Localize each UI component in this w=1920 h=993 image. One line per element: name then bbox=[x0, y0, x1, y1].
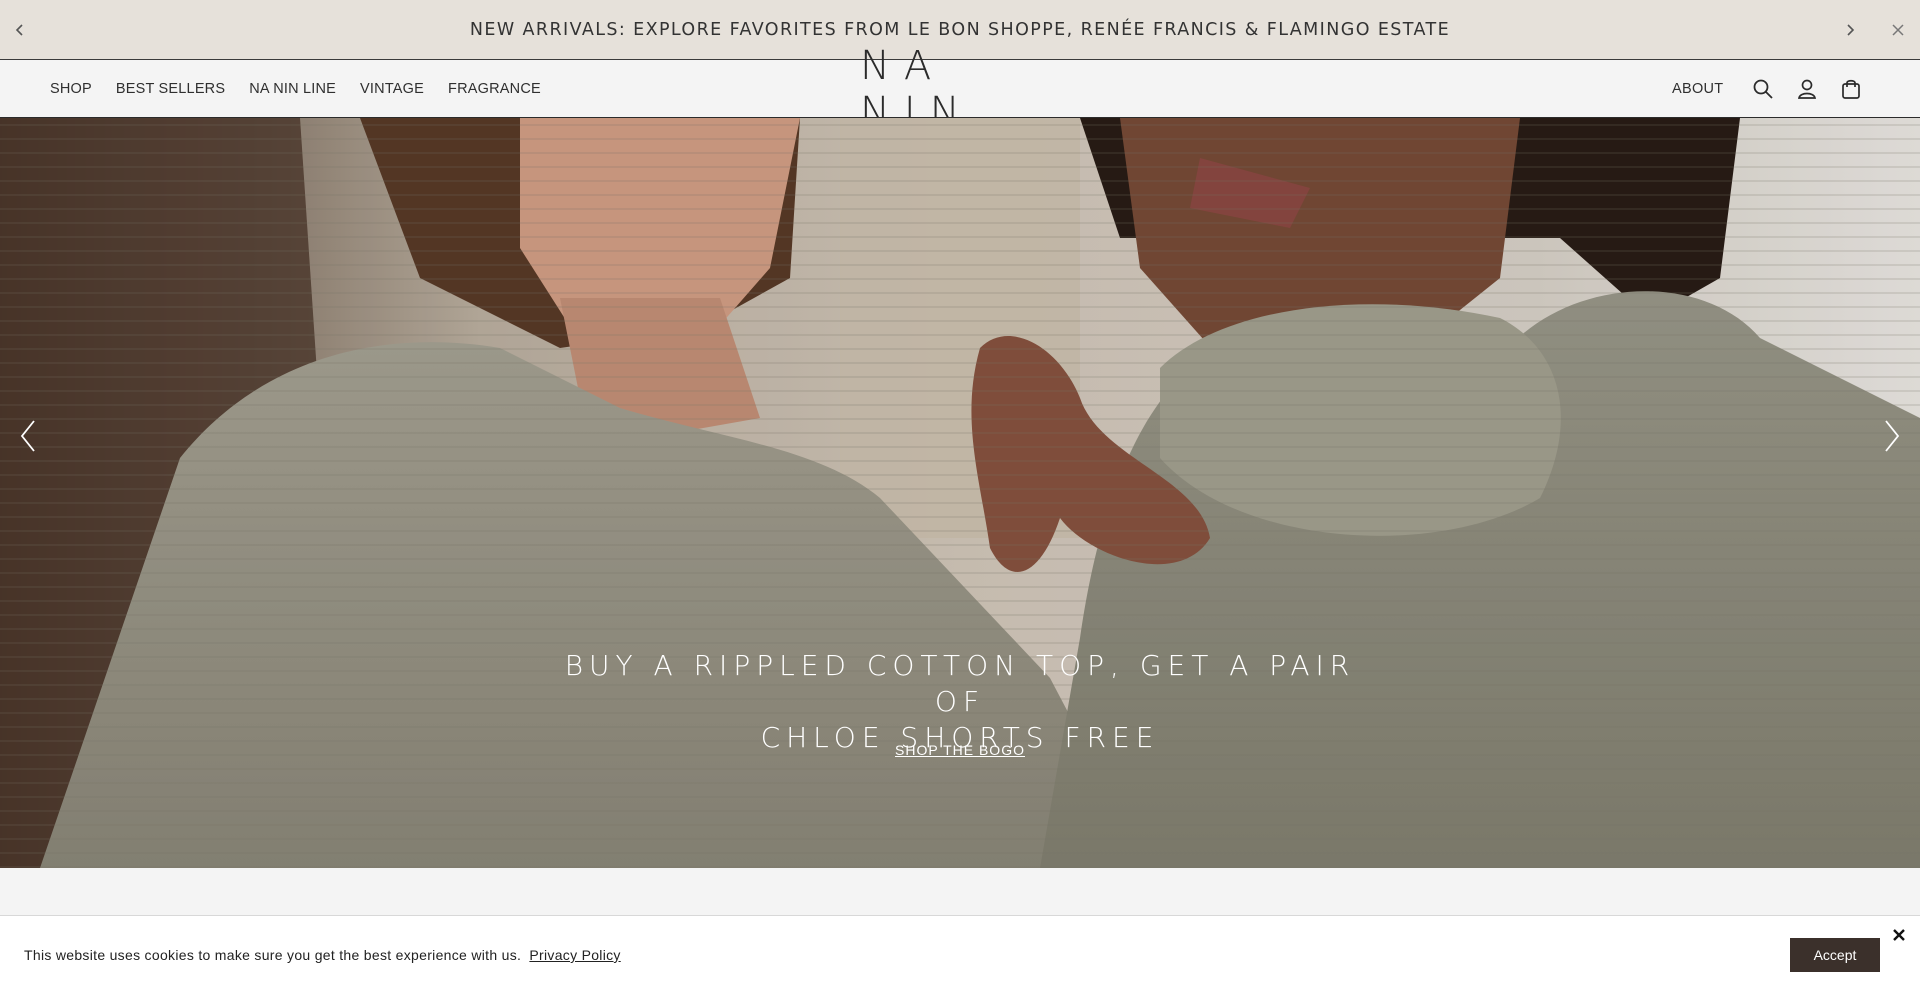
chevron-right-icon bbox=[1847, 24, 1855, 36]
account-icon bbox=[1797, 79, 1817, 99]
cookie-banner: This website uses cookies to make sure y… bbox=[0, 915, 1920, 993]
announcement-prev-button[interactable] bbox=[8, 18, 32, 42]
privacy-policy-link[interactable]: Privacy Policy bbox=[529, 947, 620, 963]
slide-prev-button[interactable] bbox=[10, 406, 46, 466]
slide-next-button[interactable] bbox=[1874, 406, 1910, 466]
cart-button[interactable] bbox=[1838, 76, 1864, 102]
nav-item-shop[interactable]: SHOP bbox=[50, 81, 92, 97]
site-logo[interactable]: NA NIN bbox=[860, 43, 1060, 135]
nav-item-fragrance[interactable]: FRAGRANCE bbox=[448, 81, 541, 97]
announcement-close-button[interactable] bbox=[1886, 18, 1910, 42]
hero-title: BUY A RIPPLED COTTON TOP, GET A PAIR OF … bbox=[560, 648, 1360, 756]
main-nav: SHOP BEST SELLERS NA NIN LINE VINTAGE FR… bbox=[50, 61, 565, 117]
hero-title-line-1: BUY A RIPPLED COTTON TOP, GET A PAIR OF bbox=[564, 649, 1356, 718]
cookie-close-button[interactable] bbox=[1888, 924, 1910, 946]
cart-icon bbox=[1842, 79, 1860, 99]
accept-cookies-button[interactable]: Accept bbox=[1790, 938, 1880, 972]
announcement-text: NEW ARRIVALS: EXPLORE FAVORITES FROM LE … bbox=[469, 19, 1451, 40]
chevron-left-icon bbox=[15, 24, 23, 36]
nav-item-vintage[interactable]: VINTAGE bbox=[360, 81, 424, 97]
search-icon bbox=[1753, 79, 1773, 99]
close-icon bbox=[1893, 929, 1905, 941]
hero-slideshow: BUY A RIPPLED COTTON TOP, GET A PAIR OF … bbox=[0, 118, 1920, 868]
chevron-left-icon bbox=[20, 420, 35, 452]
close-icon bbox=[1892, 24, 1904, 36]
shop-bogo-link[interactable]: SHOP THE BOGO bbox=[860, 742, 1060, 758]
account-button[interactable] bbox=[1794, 76, 1820, 102]
cookie-message: This website uses cookies to make sure y… bbox=[24, 947, 621, 963]
chevron-right-icon bbox=[1885, 420, 1900, 452]
nav-item-na-nin-line[interactable]: NA NIN LINE bbox=[249, 81, 336, 97]
site-header: SHOP BEST SELLERS NA NIN LINE VINTAGE FR… bbox=[0, 43, 1920, 135]
cookie-text: This website uses cookies to make sure y… bbox=[24, 947, 522, 963]
search-button[interactable] bbox=[1750, 76, 1776, 102]
nav-item-about[interactable]: ABOUT bbox=[1672, 81, 1723, 97]
announcement-next-button[interactable] bbox=[1838, 18, 1862, 42]
nav-item-best-sellers[interactable]: BEST SELLERS bbox=[116, 81, 225, 97]
content-section bbox=[0, 868, 1920, 915]
